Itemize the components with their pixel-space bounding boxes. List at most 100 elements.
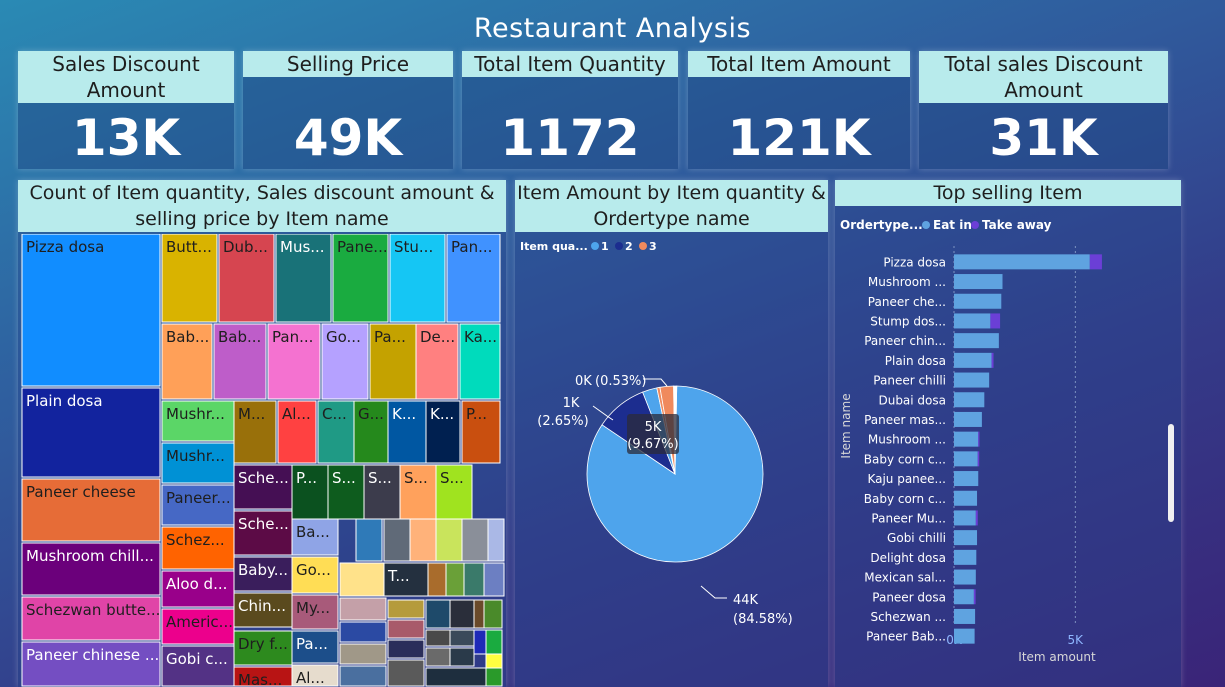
treemap-label-39: Sche... [238,515,289,533]
bar-legend-marker-take-away [971,221,979,229]
bar-category-label: Baby corn c... [864,452,946,466]
treemap-label-27: Al... [282,405,311,423]
bar-title: Top selling Item [835,180,1181,206]
treemap-label-46: Pa... [296,635,328,653]
treemap-label-42: Go... [296,561,331,579]
bar-eat-in-1 [954,274,1003,290]
bar-take-away-0 [1089,254,1102,270]
pie-legend-title: Item qua... [520,240,588,253]
treemap-label-45: Dry f... [238,635,288,653]
treemap-label-49: T... [387,567,410,585]
treemap-minor-tile [387,619,425,639]
treemap-label-20: Mushr... [166,447,225,465]
treemap-label-22: Schez... [166,531,225,549]
kpi-label: Selling Price [243,51,453,77]
treemap-label-15: Go... [326,328,361,346]
treemap-label-18: Ka... [464,328,497,346]
treemap-minor-tile [339,562,385,597]
treemap-label-23: Aloo d... [166,575,227,593]
treemap-minor-tile [425,599,451,629]
dashboard-title: Restaurant Analysis [473,13,752,44]
treemap-label-24: Americ... [166,613,233,631]
kpi-value: 1172 [500,109,640,167]
treemap-chart[interactable]: Pizza dosa Plain dosa Paneer cheese Mushroo… [18,234,506,687]
bar-category-label: Paneer dosa [872,590,946,604]
treemap-label-8: Mus... [280,238,325,256]
bar-eat-in-3 [954,313,991,329]
bar-eat-in-6 [954,372,990,388]
bar-legend-title: Ordertype... [840,218,923,232]
treemap-label-9: Pane... [337,238,388,256]
bar-eat-in-5 [954,352,992,368]
treemap-minor-tile [387,639,425,659]
bar-legend-marker-eat-in [922,221,930,229]
bar-category-label: Stump dos... [870,314,946,328]
bar-eat-in-4 [954,333,999,349]
bar-eat-in-9 [954,431,979,447]
pie-legend-marker-1 [591,242,599,250]
kpi-label: Total Item Quantity [462,51,678,77]
kpi-label: Total Item Amount [688,51,910,77]
kpi-card-sales-discount[interactable]: Sales Discount Amount 13K [18,51,234,169]
kpi-card-total-sales-discount[interactable]: Total sales Discount Amount 31K [919,51,1168,169]
pie-legend-label-2: 2 [625,240,633,253]
pie-chart[interactable]: Item qua... 1 2 3 5K (9.67%) 44K (84.58%) 1K (2.6… [515,234,828,687]
bar-take-away-10 [977,451,980,467]
bar-chart[interactable]: Ordertype...Eat inTake away0K5KPizza dos… [835,206,1181,687]
bar-category-label: Paneer chilli [873,374,946,388]
kpi-card-item-quantity[interactable]: Total Item Quantity 1172 [462,51,678,169]
treemap-panel[interactable]: Count of Item quantity, Sales discount a… [18,180,506,687]
treemap-minor-tile [427,562,447,597]
bar-category-label: Plain dosa [885,354,946,368]
bar-category-label: Paneer che... [868,295,946,309]
treemap-minor-tile [473,629,487,655]
treemap-minor-tile [483,562,505,597]
kpi-card-selling-price[interactable]: Selling Price 49K [243,51,453,169]
treemap-label-14: Pan... [272,328,313,346]
treemap-label-43: Chin... [238,597,286,615]
bar-category-label: Mexican sal... [864,571,946,585]
treemap-minor-tile [449,629,475,647]
pie-label-value: 0K [575,374,592,389]
treemap-minor-tile [387,599,425,619]
treemap-minor-tile [339,597,387,621]
pie-legend-marker-2 [615,242,623,250]
pie-label-value: 1K [563,396,580,411]
treemap-label-38: S... [440,469,464,487]
treemap-label-4: Schezwan butte... [26,601,160,619]
bar-eat-in-18 [954,608,976,624]
bar-category-label: Schezwan ... [870,610,946,624]
treemap-minor-tile [409,518,437,562]
pie-label-pct: (0.53%) [595,374,646,389]
treemap-label-1: Plain dosa [26,392,103,410]
bar-legend-label-take-away: Take away [982,218,1052,232]
bar-scrollbar-thumb [1168,424,1174,522]
treemap-label-16: Pa... [374,328,406,346]
treemap-label-2: Paneer cheese [26,483,136,501]
bar-eat-in-12 [954,490,978,506]
treemap-label-11: Pan... [451,238,492,256]
bar-category-label: Mushroom ... [868,275,946,289]
kpi-card-item-amount[interactable]: Total Item Amount 121K [688,51,910,169]
treemap-label-40: Ba... [296,523,330,541]
pie-panel[interactable]: Item Amount by Item quantity & Ordertype… [515,180,828,687]
bar-take-away-13 [975,510,978,526]
treemap-minor-tile [435,518,463,562]
bar-category-label: Kaju panee... [867,472,946,486]
pie-title: Item Amount by Item quantity & Ordertype… [515,180,828,232]
treemap-minor-tile [339,665,387,687]
treemap-label-25: Gobi c... [166,650,228,668]
treemap-label-33: Sche... [238,469,289,487]
treemap-label-21: Paneer... [166,489,231,507]
bar-x-axis-title: Item amount [1018,650,1096,664]
bar-eat-in-19 [954,628,975,644]
bar-panel[interactable]: Top selling Item Ordertype... Eat in Take … [835,180,1181,687]
treemap-minor-tile [339,621,387,643]
bar-category-label: Pizza dosa [883,255,946,269]
pie-label-value: 5K [645,420,662,435]
pie-legend-label-1: 1 [601,240,609,253]
pie-leader-line [643,378,668,387]
bar-eat-in-13 [954,510,976,526]
treemap-label-6: Butt... [166,238,212,256]
bar-eat-in-10 [954,451,978,467]
